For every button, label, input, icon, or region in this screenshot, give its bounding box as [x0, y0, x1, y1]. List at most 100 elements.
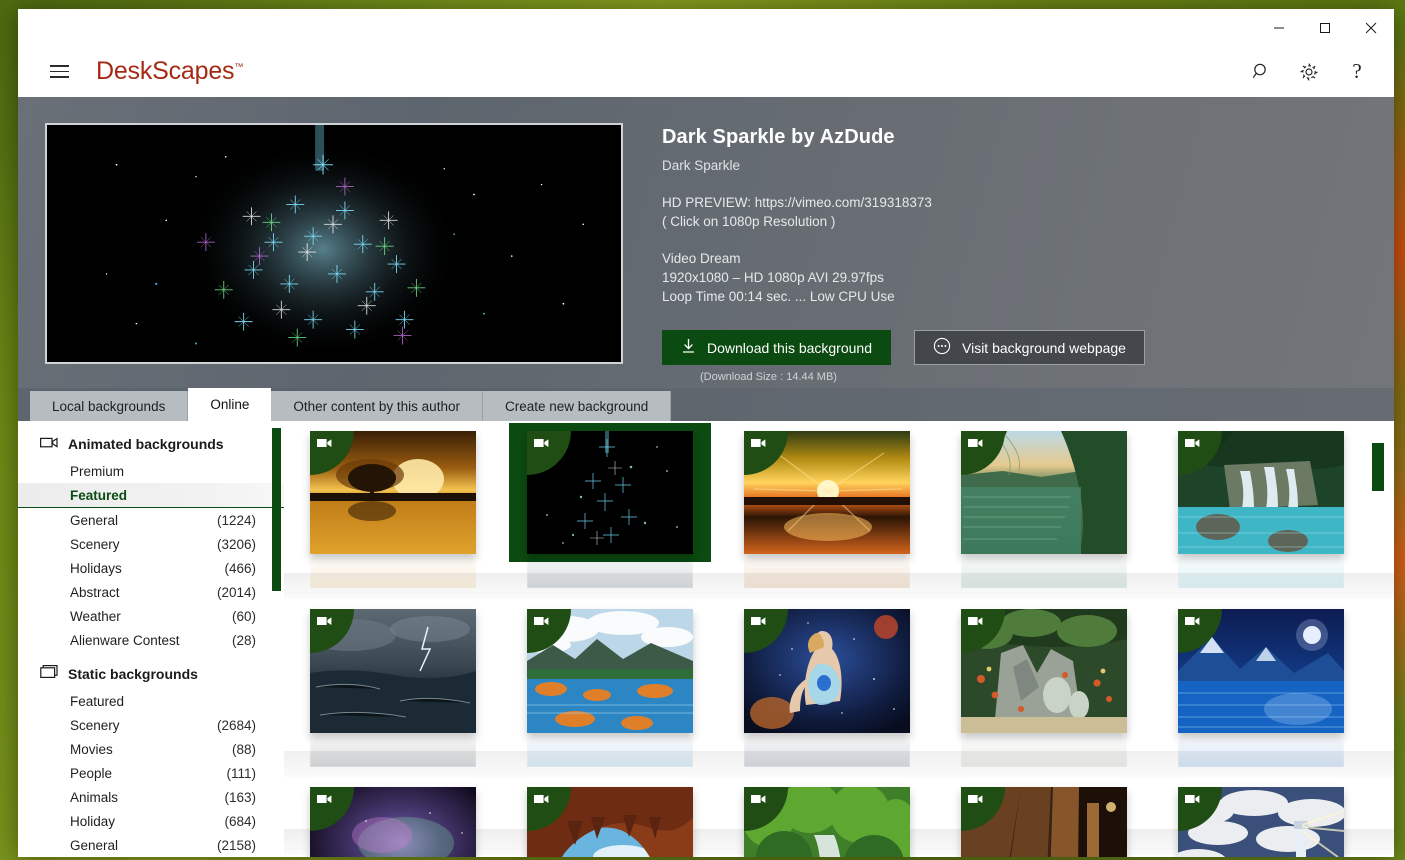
sidebar-item-label: Scenery — [70, 717, 120, 733]
group-header-animated-backgrounds: Animated backgrounds — [18, 430, 284, 459]
sidebar-item-premium[interactable]: Premium — [18, 459, 284, 483]
close-button[interactable] — [1348, 9, 1394, 46]
sidebar-item-alienware-contest[interactable]: Alienware Contest (28) — [18, 628, 284, 652]
visit-webpage-button[interactable]: Visit background webpage — [914, 330, 1145, 366]
download-button-label: Download this background — [707, 339, 872, 356]
tab-online[interactable]: Online — [188, 388, 272, 421]
sidebar-item-count: (2684) — [216, 717, 256, 733]
tab-local-backgrounds[interactable]: Local backgrounds — [30, 391, 189, 421]
gallery-row — [284, 599, 1394, 777]
sidebar-item-count: (3206) — [216, 536, 256, 552]
gallery-item-jungle-stream[interactable] — [718, 777, 935, 857]
thumbnail-reflection — [743, 554, 910, 588]
maximize-button[interactable] — [1302, 9, 1348, 46]
gallery-item-wooden-cabin-interior[interactable] — [935, 777, 1152, 857]
search-icon[interactable] — [1248, 59, 1274, 85]
download-size-label: (Download Size : 14.44 MB) — [700, 371, 837, 384]
gallery-item-golden-sunset-tree-lake[interactable] — [284, 421, 501, 599]
gallery-item-aquarium-rocks-plants[interactable] — [935, 599, 1152, 777]
gallery-scrollbar-thumb[interactable] — [1372, 443, 1384, 491]
gallery-item-tropical-waterfall[interactable] — [1152, 421, 1369, 599]
gallery-item-stormy-ocean-lightning[interactable] — [284, 599, 501, 777]
sidebar-item-label: Alienware Contest — [70, 632, 180, 648]
sidebar-item-abstract[interactable]: Abstract (2014) — [18, 580, 284, 604]
thumbnail-reflection — [526, 733, 693, 767]
deskscapes-window: DeskScapes™ ? Dark Sparkle by AzDude Dar… — [18, 9, 1394, 857]
gallery-item-green-lake-forest[interactable] — [935, 421, 1152, 599]
sidebar-item-count: (28) — [231, 632, 256, 648]
visit-button-label: Visit background webpage — [962, 339, 1126, 356]
monitor-icon — [40, 665, 58, 682]
sidebar-item-general-static[interactable]: General (2158) — [18, 833, 284, 857]
sidebar-item-animals[interactable]: Animals (163) — [18, 785, 284, 809]
group-header-static-backgrounds: Static backgrounds — [18, 652, 284, 689]
detail-info: Dark Sparkle by AzDude Dark Sparkle HD P… — [623, 123, 1394, 388]
preview-wrapper — [18, 123, 623, 388]
gallery-row — [284, 421, 1394, 599]
sidebar-item-label: Scenery — [70, 536, 120, 552]
hamburger-icon[interactable] — [44, 57, 74, 87]
gallery-item-cave-opening-sky[interactable] — [501, 777, 718, 857]
sidebar-item-scenery-static[interactable]: Scenery (2684) — [18, 713, 284, 737]
sidebar-item-label: General — [70, 837, 119, 853]
background-gallery — [284, 421, 1394, 857]
sidebar-item-count: (2014) — [216, 584, 256, 600]
thumbnail-reflection — [960, 733, 1127, 767]
sidebar-item-general-animated[interactable]: General (1224) — [18, 508, 284, 532]
background-preview[interactable] — [45, 123, 623, 364]
gallery-item-dark-sparkle[interactable] — [501, 421, 718, 599]
gallery-item-space-woman-nebula[interactable] — [718, 599, 935, 777]
gallery-item-purple-galaxy-nebula[interactable] — [284, 777, 501, 857]
video-camera-icon — [40, 436, 58, 452]
group-title: Static backgrounds — [68, 665, 198, 682]
sidebar-item-label: General — [70, 512, 119, 528]
sidebar-item-featured-animated[interactable]: Featured — [18, 483, 284, 508]
hd-preview-link[interactable]: HD PREVIEW: https://vimeo.com/319318373 — [662, 194, 1394, 213]
content-body: Animated backgrounds Premium Featured Ge… — [18, 421, 1394, 857]
gallery-item-lighthouse-in-clouds[interactable] — [1152, 777, 1369, 857]
sidebar-item-movies[interactable]: Movies (88) — [18, 737, 284, 761]
download-background-button[interactable]: Download this background — [662, 330, 891, 366]
sidebar-item-holidays[interactable]: Holidays (466) — [18, 556, 284, 580]
thumbnail-reflection — [1177, 554, 1344, 588]
sidebar-item-count: (2158) — [216, 837, 256, 853]
sidebar-item-label: Premium — [70, 463, 125, 479]
sidebar-item-people[interactable]: People (111) — [18, 761, 284, 785]
sidebar-item-weather[interactable]: Weather (60) — [18, 604, 284, 628]
thumbnail-reflection — [309, 733, 476, 767]
group-title: Animated backgrounds — [68, 436, 224, 452]
tab-strip: Local backgrounds Online Other content b… — [18, 388, 1394, 421]
thumbnail-reflection — [960, 554, 1127, 588]
sidebar-item-label: Movies — [70, 741, 113, 757]
sidebar-item-count: (163) — [224, 789, 256, 805]
thumbnail-reflection — [526, 554, 693, 588]
sidebar-item-scenery-animated[interactable]: Scenery (3206) — [18, 532, 284, 556]
sidebar-item-holiday[interactable]: Holiday (684) — [18, 809, 284, 833]
sidebar-item-label: Abstract — [70, 584, 120, 600]
background-title: Dark Sparkle by AzDude — [662, 126, 895, 148]
gallery-row — [284, 777, 1394, 857]
app-brand: DeskScapes™ — [96, 57, 243, 86]
ellipsis-circle-icon — [933, 337, 951, 358]
sidebar-item-featured-static[interactable]: Featured — [18, 689, 284, 713]
spec-line-2: 1920x1080 – HD 1080p AVI 29.97fps — [662, 269, 884, 285]
thumbnail-reflection — [1177, 733, 1344, 767]
tab-create-new-background[interactable]: Create new background — [482, 391, 672, 421]
gallery-item-orange-sunset-over-sea[interactable] — [718, 421, 935, 599]
sidebar-item-label: People — [70, 765, 113, 781]
sidebar-item-count: (466) — [224, 560, 256, 576]
sidebar-item-count: (111) — [226, 765, 256, 781]
category-sidebar: Animated backgrounds Premium Featured Ge… — [18, 421, 284, 857]
tab-other-content-by-this-author[interactable]: Other content by this author — [271, 391, 483, 421]
gallery-item-mountain-river-rocks[interactable] — [501, 599, 718, 777]
sidebar-item-count: (1224) — [216, 512, 256, 528]
minimize-button[interactable] — [1256, 9, 1302, 46]
sidebar-item-label: Holiday — [70, 813, 116, 829]
sidebar-item-label: Weather — [70, 608, 121, 624]
spec-line-3: Loop Time 00:14 sec. ... Low CPU Use — [662, 288, 895, 304]
gallery-item-blue-moonlit-fjord[interactable] — [1152, 599, 1369, 777]
sidebar-scrollbar-thumb[interactable] — [272, 428, 281, 591]
gear-icon[interactable] — [1296, 59, 1322, 85]
help-icon[interactable]: ? — [1344, 59, 1370, 85]
brand-label: DeskScapes — [96, 57, 235, 85]
